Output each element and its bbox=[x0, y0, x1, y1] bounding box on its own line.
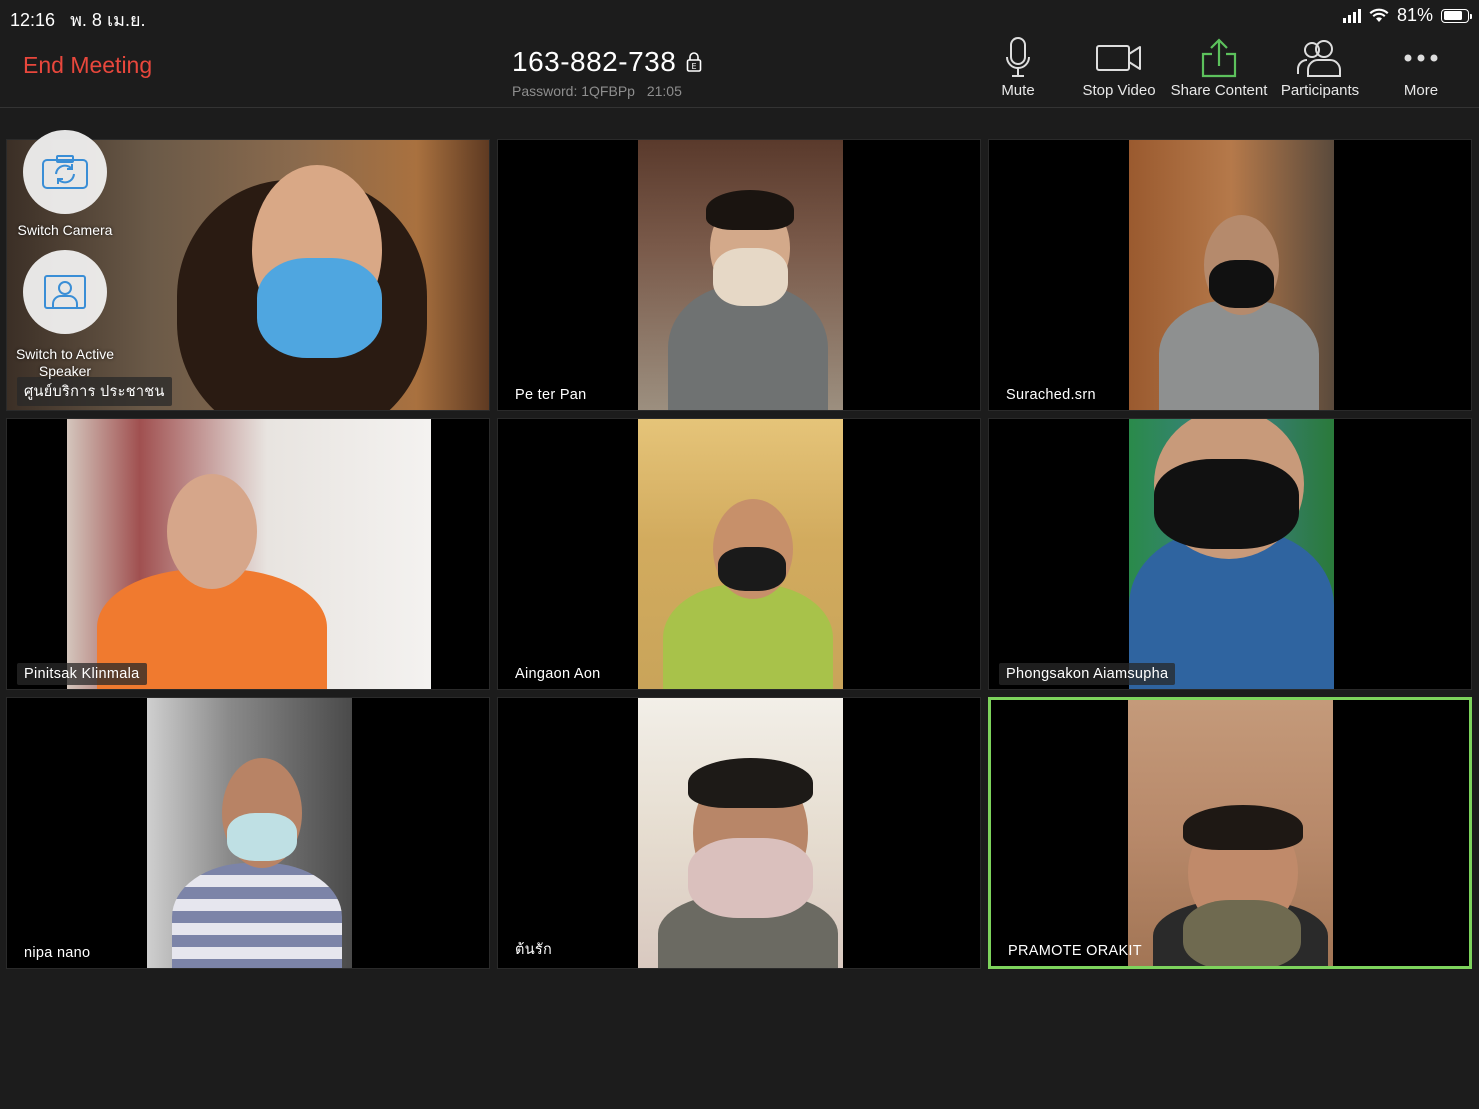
participant-tile[interactable]: Aingaon Aon bbox=[497, 418, 981, 690]
video-feed bbox=[1129, 140, 1334, 410]
participant-silhouette bbox=[1159, 215, 1319, 410]
battery-level bbox=[1443, 11, 1463, 20]
participants-icon bbox=[1297, 40, 1341, 77]
meeting-password: Password: 1QFBPp bbox=[512, 83, 635, 99]
svg-text:E: E bbox=[692, 62, 697, 71]
participant-name: Pinitsak Klinmala bbox=[17, 663, 147, 685]
more-button[interactable]: More bbox=[1366, 36, 1476, 99]
camera-switch-icon bbox=[42, 155, 88, 189]
participant-name: Aingaon Aon bbox=[515, 666, 601, 682]
active-speaker-circle bbox=[23, 250, 107, 334]
video-feed bbox=[1128, 700, 1333, 966]
participant-tile[interactable]: nipa nano bbox=[6, 697, 490, 969]
switch-to-active-speaker-label: Switch to Active Speaker bbox=[15, 346, 115, 379]
participant-silhouette bbox=[97, 474, 327, 689]
video-feed bbox=[638, 419, 843, 689]
participant-silhouette bbox=[658, 758, 838, 968]
participant-tile[interactable]: ต้นรัก bbox=[497, 697, 981, 969]
participant-name: Pe ter Pan bbox=[515, 387, 587, 403]
switch-camera-button[interactable]: Switch Camera bbox=[10, 130, 120, 239]
participant-name: PRAMOTE ORAKIT bbox=[1008, 943, 1142, 959]
participant-silhouette bbox=[177, 140, 447, 410]
mute-button[interactable]: Mute bbox=[963, 36, 1073, 99]
share-content-label: Share Content bbox=[1170, 82, 1268, 99]
participant-name: Surached.srn bbox=[1006, 387, 1096, 403]
participant-name: ศูนย์บริการ ประชาชน bbox=[17, 377, 172, 406]
mute-label: Mute bbox=[1001, 82, 1035, 99]
status-indicators: 81% bbox=[1342, 5, 1472, 26]
participants-button[interactable]: Participants bbox=[1265, 36, 1375, 99]
clock: 12:16 bbox=[10, 10, 56, 30]
lock-icon: E bbox=[687, 52, 702, 72]
participant-tile[interactable]: Surached.srn bbox=[988, 139, 1472, 411]
participant-silhouette bbox=[668, 190, 828, 410]
switch-to-active-speaker-button[interactable]: Switch to Active Speaker bbox=[10, 250, 120, 380]
status-bar: 12:16 พ. 8 เม.ย. 81% bbox=[0, 0, 1479, 30]
participant-name: Phongsakon Aiamsupha bbox=[999, 663, 1176, 685]
meeting-id[interactable]: 163-882-738 bbox=[512, 46, 676, 78]
microphone-icon bbox=[1006, 37, 1030, 77]
participant-name: ต้นรัก bbox=[515, 942, 553, 958]
participant-tile[interactable]: Phongsakon Aiamsupha bbox=[988, 418, 1472, 690]
share-upload-icon bbox=[1201, 38, 1237, 78]
switch-camera-label: Switch Camera bbox=[17, 222, 113, 238]
participant-tile[interactable]: Pinitsak Klinmala bbox=[6, 418, 490, 690]
more-dots-icon bbox=[1404, 54, 1438, 62]
video-feed bbox=[67, 419, 431, 689]
active-speaker-icon bbox=[44, 275, 86, 309]
participant-name: nipa nano bbox=[24, 945, 91, 961]
video-feed bbox=[147, 698, 352, 968]
wifi-icon bbox=[1369, 8, 1389, 22]
cellular-signal-icon bbox=[1342, 8, 1361, 23]
meeting-subtitle: Password: 1QFBPp 21:05 bbox=[512, 83, 702, 99]
video-camera-icon bbox=[1096, 45, 1141, 71]
meeting-toolbar: End Meeting 163-882-738 E Password: 1QFB… bbox=[0, 30, 1479, 108]
end-meeting-button[interactable]: End Meeting bbox=[23, 52, 152, 79]
participant-silhouette bbox=[1129, 419, 1334, 689]
active-speaker-tile[interactable]: PRAMOTE ORAKIT bbox=[988, 697, 1472, 969]
battery-icon bbox=[1441, 8, 1472, 23]
date: พ. 8 เม.ย. bbox=[70, 10, 146, 30]
participant-silhouette bbox=[663, 499, 833, 689]
participant-silhouette bbox=[1153, 805, 1328, 966]
stop-video-label: Stop Video bbox=[1082, 82, 1156, 99]
stop-video-button[interactable]: Stop Video bbox=[1064, 36, 1174, 99]
gallery-view: ศูนย์บริการ ประชาชน Pe ter Pan Surached.… bbox=[6, 130, 1473, 969]
participants-label: Participants bbox=[1280, 82, 1360, 99]
participant-tile[interactable]: Pe ter Pan bbox=[497, 139, 981, 411]
switch-camera-circle bbox=[23, 130, 107, 214]
more-label: More bbox=[1403, 82, 1439, 99]
video-feed bbox=[638, 698, 843, 968]
meeting-duration: 21:05 bbox=[646, 83, 682, 99]
participant-silhouette bbox=[172, 758, 342, 968]
meeting-info: 163-882-738 E Password: 1QFBPp 21:05 bbox=[512, 46, 702, 99]
battery-percent: 81% bbox=[1396, 5, 1433, 25]
share-content-button[interactable]: Share Content bbox=[1164, 36, 1274, 99]
video-feed bbox=[1129, 419, 1334, 689]
video-feed bbox=[638, 140, 843, 410]
